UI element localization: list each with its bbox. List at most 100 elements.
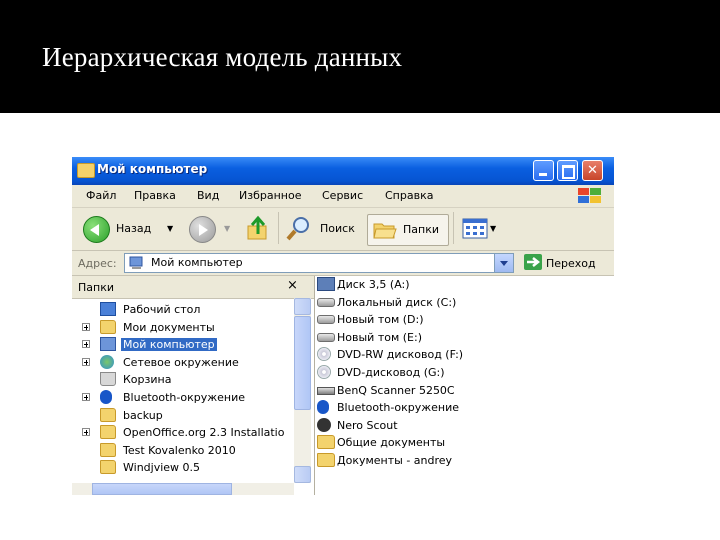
address-input[interactable]: Мой компьютер (124, 253, 514, 273)
list-item-label: Bluetooth-окружение (337, 401, 460, 415)
list-item[interactable]: Bluetooth-окружение (315, 399, 614, 416)
back-button[interactable]: Назад ▼ (83, 214, 178, 244)
toolbar: Назад ▼ ▼ Поиск Папки ▼ (72, 208, 614, 251)
title-bar[interactable]: Мой компьютер ✕ (72, 157, 614, 185)
folders-panel: Папки × Рабочий стол Мои документы Мой ком… (72, 276, 315, 495)
folder-icon (77, 163, 95, 178)
dvd-drive-icon (317, 347, 331, 362)
hard-drive-icon (317, 297, 335, 307)
list-item-label: Nero Scout (337, 418, 398, 432)
dropdown-arrow-icon[interactable]: ▼ (490, 224, 496, 233)
address-dropdown-icon[interactable] (494, 254, 513, 272)
expand-plus-icon[interactable] (82, 428, 90, 437)
expand-plus-icon[interactable] (82, 393, 90, 401)
tree-item-label: Рабочий стол (123, 303, 201, 316)
search-button[interactable]: Поиск (285, 214, 360, 244)
hard-drive-icon (317, 332, 335, 342)
horizontal-scroll-thumb[interactable] (92, 483, 232, 495)
expand-plus-icon[interactable] (82, 357, 90, 366)
list-item-label: Новый том (D:) (337, 313, 424, 327)
folder-icon (100, 460, 116, 475)
tree-item-label: Windjview 0.5 (123, 461, 201, 475)
window-title: Мой компьютер (97, 162, 208, 176)
list-item-label: Новый том (E:) (337, 330, 422, 344)
list-item[interactable]: Документы - andrey (315, 452, 614, 469)
list-item[interactable]: Локальный диск (C:) (315, 294, 614, 311)
list-item[interactable]: Общие документы (315, 434, 614, 451)
minimize-button[interactable] (533, 160, 554, 181)
tree-item[interactable]: Мой компьютер (72, 336, 294, 353)
scroll-thumb[interactable] (294, 316, 311, 410)
bluetooth-icon (317, 400, 329, 415)
list-item[interactable]: Nero Scout (315, 417, 614, 434)
nero-icon (317, 417, 331, 432)
list-item[interactable]: Новый том (E:) (315, 329, 614, 346)
tree-item[interactable]: Test Kovalenko 2010 (72, 442, 294, 459)
menu-file[interactable]: Файл (86, 189, 116, 202)
go-button[interactable]: Переход (546, 257, 596, 270)
list-item[interactable]: DVD-дисковод (G:) (315, 364, 614, 381)
folder-icon (100, 442, 116, 457)
tree-item[interactable]: OpenOffice.org 2.3 Installatio (72, 424, 294, 441)
close-button[interactable]: ✕ (582, 160, 603, 181)
address-label: Адрес: (78, 257, 117, 270)
toolbar-separator (278, 212, 279, 244)
views-button[interactable]: ▼ (462, 214, 498, 244)
tree-item-label: backup (123, 408, 163, 422)
folder-icon (100, 425, 116, 440)
close-icon: ✕ (587, 163, 598, 178)
hard-drive-icon (317, 315, 335, 325)
address-value: Мой компьютер (151, 256, 243, 269)
vertical-scrollbar[interactable] (294, 298, 311, 483)
close-panel-icon[interactable]: × (287, 278, 298, 293)
tree-item[interactable]: Сетевое окружение (72, 354, 294, 371)
minimize-icon (534, 161, 553, 180)
tree-item[interactable]: Bluetooth-окружение (72, 389, 294, 406)
list-item-label: Общие документы (337, 436, 446, 450)
back-label: Назад (116, 222, 152, 235)
expand-plus-icon[interactable] (82, 340, 90, 349)
list-item[interactable]: Диск 3,5 (A:) (315, 276, 614, 293)
floppy-icon (317, 277, 335, 291)
dropdown-arrow-icon[interactable]: ▼ (224, 224, 230, 233)
maximize-button[interactable] (557, 160, 578, 181)
folder-icon (317, 453, 335, 467)
dropdown-arrow-icon[interactable]: ▼ (167, 224, 173, 233)
menu-help[interactable]: Справка (385, 189, 433, 202)
tree-item[interactable]: Windjview 0.5 (72, 459, 294, 476)
tree-item-label: Test Kovalenko 2010 (123, 443, 236, 457)
up-folder-icon (247, 215, 267, 240)
list-item[interactable]: BenQ Scanner 5250C (315, 382, 614, 399)
toolbar-separator (453, 212, 454, 244)
tree-item[interactable]: Мои документы (72, 319, 294, 336)
list-item[interactable]: Новый том (D:) (315, 311, 614, 328)
scroll-down-button[interactable] (294, 466, 311, 483)
menu-view[interactable]: Вид (197, 189, 219, 202)
tree-item[interactable]: Рабочий стол (72, 301, 294, 318)
slide-title: Иерархическая модель данных (42, 42, 403, 72)
network-icon (100, 354, 114, 369)
menu-favorites[interactable]: Избранное (239, 189, 301, 202)
menu-tools[interactable]: Сервис (322, 189, 363, 202)
views-icon (462, 218, 488, 239)
scanner-icon (317, 386, 335, 395)
folder-icon (100, 407, 116, 422)
tree-item[interactable]: backup (72, 407, 294, 424)
scroll-up-button[interactable] (294, 298, 311, 315)
windows-logo-icon (577, 187, 603, 205)
list-item-label: DVD-RW дисковод (F:) (337, 348, 464, 362)
menu-edit[interactable]: Правка (134, 189, 176, 202)
tree-item-label: Сетевое окружение (123, 355, 239, 369)
expand-plus-icon[interactable] (82, 322, 90, 331)
go-arrow-icon[interactable] (524, 254, 542, 270)
list-item[interactable]: DVD-RW дисковод (F:) (315, 346, 614, 363)
tree-item-label: OpenOffice.org 2.3 Installatio (123, 426, 285, 440)
horizontal-scrollbar[interactable] (72, 483, 294, 495)
tree-item[interactable]: Корзина (72, 371, 294, 388)
recycle-bin-icon (100, 372, 116, 387)
forward-button[interactable]: ▼ (189, 214, 234, 244)
up-folder-button[interactable] (246, 214, 272, 244)
folders-button[interactable]: Папки (367, 214, 449, 246)
search-label: Поиск (320, 222, 355, 235)
folders-panel-header: Папки × (72, 276, 314, 299)
